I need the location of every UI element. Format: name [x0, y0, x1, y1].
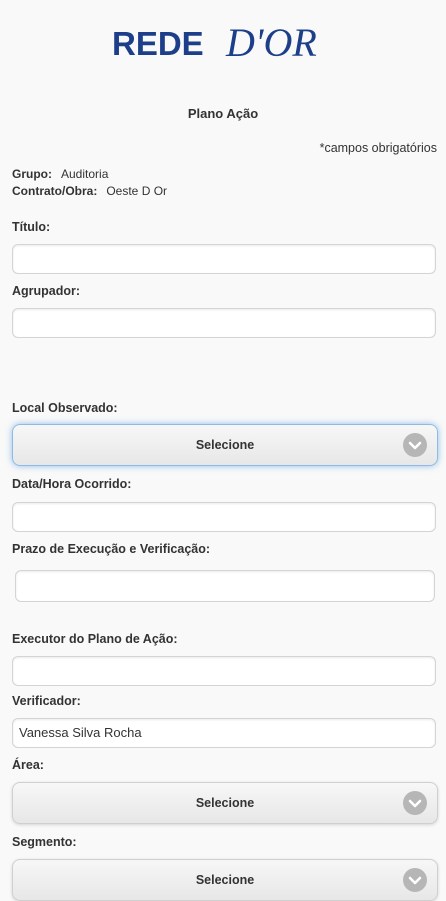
grupo-label: Grupo:	[12, 167, 52, 181]
page-title: Plano Ação	[187, 106, 259, 121]
local-observado-label: Local Observado:	[12, 401, 118, 415]
contrato-row: Contrato/Obra: Oeste D Or	[12, 184, 167, 198]
local-observado-select[interactable]: Selecione	[12, 424, 438, 466]
agrupador-input[interactable]	[12, 308, 436, 338]
logo-text-dor: D'OR	[225, 20, 317, 65]
segmento-value: Selecione	[195, 873, 255, 887]
executor-label: Executor do Plano de Ação:	[12, 632, 178, 646]
data-hora-label: Data/Hora Ocorrido:	[12, 477, 132, 491]
grupo-value: Auditoria	[61, 167, 109, 181]
area-select[interactable]: Selecione	[12, 782, 438, 824]
area-label: Área:	[12, 758, 44, 772]
chevron-down-icon	[403, 868, 427, 892]
agrupador-label: Agrupador:	[12, 284, 81, 298]
segmento-label: Segmento:	[12, 835, 77, 849]
area-value: Selecione	[195, 796, 255, 810]
prazo-input[interactable]	[15, 570, 435, 602]
contrato-label: Contrato/Obra:	[12, 184, 98, 198]
contrato-value: Oeste D Or	[106, 184, 168, 198]
logo-text-rede: REDE	[112, 25, 204, 62]
titulo-label: Título:	[12, 220, 51, 234]
required-fields-note: *campos obrigatórios	[319, 141, 437, 155]
rede-dor-logo: REDE D'OR	[0, 10, 446, 70]
titulo-input[interactable]	[12, 244, 436, 274]
local-observado-value: Selecione	[195, 438, 255, 452]
chevron-down-icon	[403, 433, 427, 457]
executor-input[interactable]	[12, 656, 436, 686]
verificador-label: Verificador:	[12, 694, 81, 708]
segmento-select[interactable]: Selecione	[12, 859, 438, 901]
grupo-row: Grupo: Auditoria	[12, 167, 108, 181]
chevron-down-icon	[403, 791, 427, 815]
prazo-label: Prazo de Execução e Verificação:	[12, 542, 211, 556]
verificador-input[interactable]: Vanessa Silva Rocha	[12, 718, 436, 748]
data-hora-input[interactable]	[12, 502, 436, 532]
